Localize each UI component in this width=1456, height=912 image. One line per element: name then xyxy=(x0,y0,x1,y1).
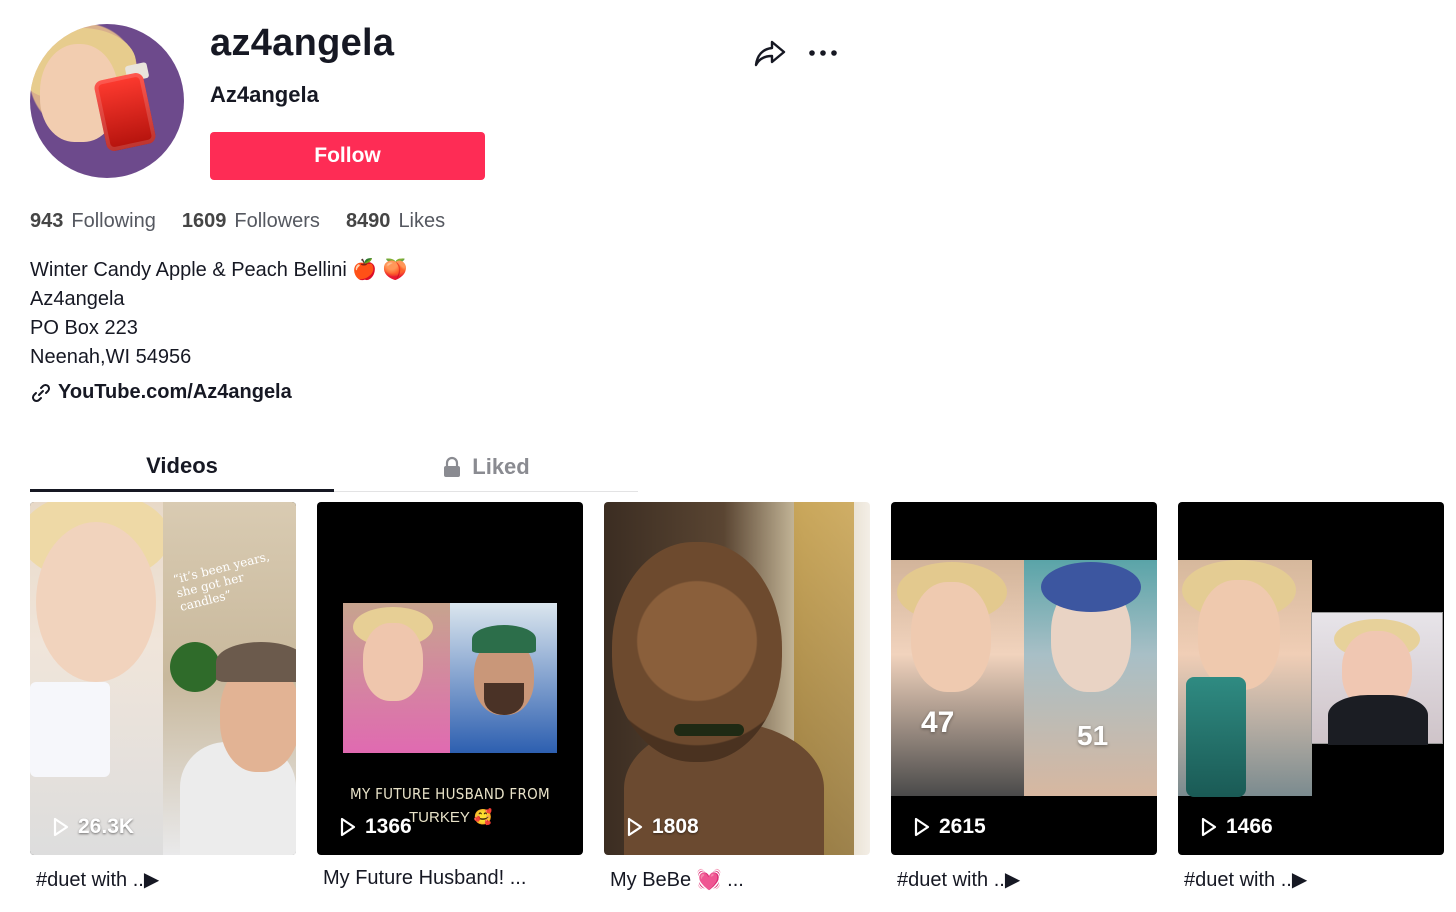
view-count: 1808 xyxy=(626,815,699,839)
profile-stats: 943 Following 1609 Followers 8490 Likes xyxy=(30,210,445,233)
video-thumbnail[interactable]: 47 51 2615 xyxy=(891,502,1157,855)
video-caption[interactable]: #duet with ..▶ xyxy=(1178,867,1444,892)
video-caption[interactable]: My BeBe 💓 ... xyxy=(604,867,870,892)
view-count: 26.3K xyxy=(52,815,134,839)
view-count: 1466 xyxy=(1200,815,1273,839)
avatar[interactable] xyxy=(30,24,184,178)
tab-label: Videos xyxy=(146,452,218,478)
profile-tabs: Videos Liked xyxy=(30,442,638,492)
video-overlay-text: 51 xyxy=(1077,720,1109,751)
stat-value: 8490 xyxy=(345,210,391,232)
more-icon[interactable] xyxy=(806,38,842,68)
tab-videos[interactable]: Videos xyxy=(30,442,334,492)
video-overlay-text: 47 xyxy=(921,706,955,739)
play-icon xyxy=(626,817,644,837)
bio-line: Winter Candy Apple & Peach Bellini 🍎 🍑 xyxy=(30,259,408,281)
view-count-text: 1808 xyxy=(652,815,699,838)
video-card[interactable]: 1466 #duet with ..▶ xyxy=(1178,502,1444,892)
link-icon xyxy=(30,382,52,404)
video-card[interactable]: 47 51 2615 #duet with ..▶ xyxy=(891,502,1157,892)
stat-label: Following xyxy=(71,210,156,232)
share-icon[interactable] xyxy=(752,36,788,70)
play-icon xyxy=(1200,817,1218,837)
stat-likes: 8490 Likes xyxy=(346,210,445,233)
video-caption[interactable]: #duet with ..▶ xyxy=(891,867,1157,892)
view-count-text: 1466 xyxy=(1226,815,1273,838)
video-card[interactable]: “it’s been years, she got her candles” 2… xyxy=(30,502,296,892)
stat-following[interactable]: 943 Following xyxy=(30,210,156,233)
tab-label: Liked xyxy=(472,453,530,479)
play-icon xyxy=(52,817,70,837)
video-grid: “it’s been years, she got her candles” 2… xyxy=(30,502,1444,892)
view-count: 1366 xyxy=(339,815,412,839)
video-thumbnail[interactable]: 1808 xyxy=(604,502,870,855)
username: az4angela xyxy=(210,22,395,64)
profile-page: az4angela Az4angela Follow 943 Following… xyxy=(0,0,1456,912)
lock-icon xyxy=(442,456,462,478)
video-caption[interactable]: #duet with ..▶ xyxy=(30,867,296,892)
stat-label: Likes xyxy=(398,210,446,232)
stat-followers[interactable]: 1609 Followers xyxy=(182,210,320,233)
play-icon xyxy=(339,817,357,837)
stat-value: 943 xyxy=(30,210,64,232)
video-thumbnail[interactable]: MY FUTURE HUSBAND FROM TURKEY 🥰 1366 xyxy=(317,502,583,855)
view-count-text: 1366 xyxy=(365,815,412,838)
view-count: 2615 xyxy=(913,815,986,839)
video-overlay-text: TURKEY 🥰 xyxy=(409,809,493,826)
bio-line: PO Box 223 xyxy=(30,317,138,339)
video-thumbnail[interactable]: “it’s been years, she got her candles” 2… xyxy=(30,502,296,855)
view-count-text: 26.3K xyxy=(78,815,135,838)
video-overlay-text: MY FUTURE HUSBAND FROM xyxy=(350,785,550,803)
bio: Winter Candy Apple & Peach Bellini 🍎 🍑 A… xyxy=(30,256,408,372)
video-card[interactable]: MY FUTURE HUSBAND FROM TURKEY 🥰 1366 My … xyxy=(317,502,583,892)
stat-label: Followers xyxy=(234,210,320,232)
bio-line: Az4angela xyxy=(30,288,125,310)
profile-link[interactable]: YouTube.com/Az4angela xyxy=(30,381,292,404)
stat-value: 1609 xyxy=(181,210,227,232)
video-thumbnail[interactable]: 1466 xyxy=(1178,502,1444,855)
profile-link-text: YouTube.com/Az4angela xyxy=(58,381,292,403)
tab-liked[interactable]: Liked xyxy=(334,442,638,491)
nickname: Az4angela xyxy=(210,82,319,107)
bio-line: Neenah,WI 54956 xyxy=(30,346,192,368)
follow-button[interactable]: Follow xyxy=(210,132,485,180)
play-icon xyxy=(913,817,931,837)
video-card[interactable]: 1808 My BeBe 💓 ... xyxy=(604,502,870,892)
video-caption[interactable]: My Future Husband! ... xyxy=(317,867,583,890)
view-count-text: 2615 xyxy=(939,815,986,838)
